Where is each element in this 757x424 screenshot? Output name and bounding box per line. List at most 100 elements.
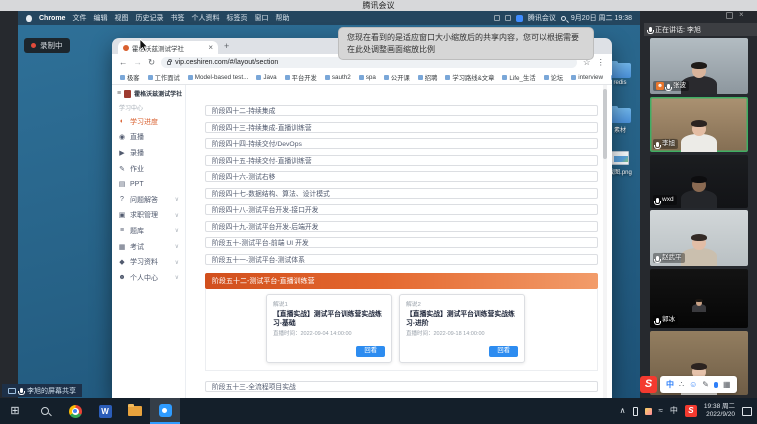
stage-row[interactable]: 阶段四十二-持续集成	[205, 105, 598, 116]
close-icon[interactable]: ×	[739, 11, 744, 19]
menubar-item-bookmarks[interactable]: 书签	[170, 13, 184, 23]
bookmark-item[interactable]: 平台开发	[285, 73, 317, 82]
menubar-item-edit[interactable]: 编辑	[93, 13, 107, 23]
sogou-logo-icon[interactable]: S	[640, 376, 657, 393]
stage-row[interactable]: 阶段五十一-测试平台-测试体系	[205, 254, 598, 265]
menubar-item-profile[interactable]: 个人资料	[191, 13, 219, 23]
menu-dots-icon[interactable]: ⋮	[597, 58, 606, 67]
bookmark-item[interactable]: 招聘	[418, 73, 438, 82]
bookmark-item[interactable]: 论坛	[544, 73, 564, 82]
new-tab-button[interactable]: +	[224, 41, 229, 51]
taskbar-chrome-button[interactable]	[60, 398, 90, 424]
stage-row[interactable]: 阶段四十七-数据结构、算法、设计模式	[205, 188, 598, 199]
bookmark-item[interactable]: interview	[571, 74, 603, 81]
replay-button[interactable]: 回看	[489, 346, 518, 356]
hamburger-icon[interactable]: ≡	[117, 90, 121, 97]
stage-row[interactable]: 阶段四十八-测试平台开发-接口开发	[205, 204, 598, 215]
tab-close-icon[interactable]: ×	[208, 44, 213, 52]
reload-icon[interactable]: ↻	[148, 58, 155, 67]
keyboard-icon[interactable]: ▦	[723, 381, 731, 389]
bookmark-item[interactable]: 工作面试	[148, 73, 180, 82]
participant-tile[interactable]: 赵武平	[650, 210, 748, 266]
sidebar-item-career[interactable]: ▣ 求职管理 ∨	[112, 208, 185, 224]
spotlight-search-icon[interactable]	[561, 16, 566, 21]
browser-tab[interactable]: 霍格沃兹测试学社 ×	[118, 41, 218, 54]
taskbar-meeting-button[interactable]	[150, 398, 180, 424]
stage-row[interactable]: 阶段五十-测试平台-前端 UI 开发	[205, 237, 598, 248]
notification-center-icon[interactable]	[742, 407, 752, 416]
apple-logo-icon[interactable]	[26, 15, 32, 22]
stage-row[interactable]: 阶段五十三-全流程项目实战	[205, 381, 598, 392]
sidebar-item-materials[interactable]: ◆ 学习资料 ∨	[112, 254, 185, 270]
handwriting-icon[interactable]: ✎	[702, 381, 709, 389]
menubar-item-history[interactable]: 历史记录	[135, 13, 163, 23]
participant-tile-speaking[interactable]: 李旭	[650, 97, 748, 152]
bookmark-item[interactable]: Java	[256, 74, 276, 81]
bookmark-item[interactable]: 极客	[120, 73, 140, 82]
participant-tile[interactable]: 郭冰	[650, 269, 748, 328]
voice-input-icon[interactable]	[714, 382, 718, 388]
battery-icon[interactable]	[494, 15, 500, 21]
sidebar-item-ppt[interactable]: ▤ PPT	[112, 176, 185, 192]
sidebar-item-profile[interactable]: ☻ 个人中心 ∨	[112, 270, 185, 286]
bookmark-item[interactable]: Life_生活	[502, 73, 535, 82]
back-icon[interactable]: ←	[119, 58, 128, 67]
sogou-tray-icon[interactable]: S	[685, 405, 697, 417]
participant-name: wxd	[662, 196, 674, 204]
image-file-icon	[611, 151, 629, 165]
start-button[interactable]: ⊞	[0, 398, 30, 424]
stage-row-active[interactable]: 阶段五十二-测试平台-直播训练营	[205, 273, 598, 289]
sidebar-item-live[interactable]: ◉ 直播	[112, 130, 185, 146]
forward-icon[interactable]: →	[134, 58, 143, 67]
stage-row[interactable]: 阶段四十四-持续交付/DevOps	[205, 138, 598, 149]
stage-row[interactable]: 阶段四十六-测试右移	[205, 171, 598, 182]
network-icon[interactable]: ≈	[659, 407, 663, 415]
lesson-card[interactable]: 解说1 【直播实战】测试平台训练营实战练习-基础 直播时间：2022-09-04…	[266, 294, 392, 363]
participant-tile[interactable]: wxd	[650, 155, 748, 208]
ime-indicator[interactable]: 中	[670, 407, 678, 415]
phone-link-icon[interactable]	[633, 407, 638, 416]
sidebar-item-progress[interactable]: ◐ 学习进度	[112, 114, 185, 130]
ime-mode-toggle[interactable]: 中	[666, 381, 674, 389]
bookmark-item[interactable]: Model-based test...	[188, 74, 249, 81]
menubar-item-chrome[interactable]: Chrome	[39, 15, 65, 22]
stage-row[interactable]: 阶段四十九-测试平台开发-后端开发	[205, 221, 598, 232]
sidebar-item-recordings[interactable]: ▶ 录播	[112, 145, 185, 161]
system-tray: ∧ ≈ 中 S 19:38 周二 2022/9/20	[620, 403, 757, 420]
menubar-clock[interactable]: 9月20日 周二 19:38	[571, 13, 632, 23]
taskbar-explorer-button[interactable]	[120, 398, 150, 424]
sidebar-item-qa[interactable]: ? 问题解答 ∨	[112, 192, 185, 208]
replay-button[interactable]: 回看	[356, 346, 385, 356]
menubar-item-view[interactable]: 视图	[114, 13, 128, 23]
participant-tile[interactable]: ☻ 张波	[650, 38, 748, 94]
taskbar-wps-button[interactable]: W	[90, 398, 120, 424]
scrollbar-thumb[interactable]	[603, 89, 607, 159]
bookmark-item[interactable]: 公开课	[384, 73, 410, 82]
bookmark-item[interactable]: other	[611, 74, 612, 81]
stage-row[interactable]: 阶段四十五-持续交付-直播训练营	[205, 155, 598, 166]
menubar-item-file[interactable]: 文件	[72, 13, 86, 23]
sidebar-item-exam[interactable]: ▦ 考试 ∨	[112, 239, 185, 255]
ime-paw-icon[interactable]: ∴	[679, 381, 684, 389]
menubar-item-tabs[interactable]: 标签页	[226, 13, 247, 23]
layout-icon[interactable]	[726, 12, 733, 19]
bookmark-item[interactable]: sauth2	[325, 74, 351, 81]
sidebar-item-homework[interactable]: ✎ 作业	[112, 161, 185, 177]
menubar-item-help[interactable]: 帮助	[275, 13, 289, 23]
taskbar-search-button[interactable]	[30, 398, 60, 424]
bookmark-item[interactable]: spa	[359, 74, 376, 81]
taskbar-date: 2022/9/20	[706, 411, 735, 418]
photos-tray-icon[interactable]	[645, 408, 652, 415]
meeting-menubar-icon[interactable]	[516, 15, 523, 22]
taskbar-clock[interactable]: 19:38 周二 2022/9/20	[704, 403, 735, 420]
stage-row[interactable]: 阶段四十三-持续集成-直播训练营	[205, 122, 598, 133]
tray-expand-icon[interactable]: ∧	[620, 407, 626, 415]
lesson-card[interactable]: 解说2 【直播实战】测试平台训练营实战练习-进阶 直播时间：2022-09-18…	[399, 294, 525, 363]
page-scrollbar[interactable]	[603, 85, 607, 398]
sidebar-item-question-bank[interactable]: ≡ 题库 ∨	[112, 223, 185, 239]
menubar-item-window[interactable]: 窗口	[254, 13, 268, 23]
wifi-icon[interactable]	[505, 15, 511, 21]
menubar-status-area: 腾讯会议 9月20日 周二 19:38	[494, 13, 632, 23]
bookmark-item[interactable]: 学习路线&文章	[445, 73, 494, 82]
emoji-icon[interactable]: ☺	[689, 381, 697, 389]
